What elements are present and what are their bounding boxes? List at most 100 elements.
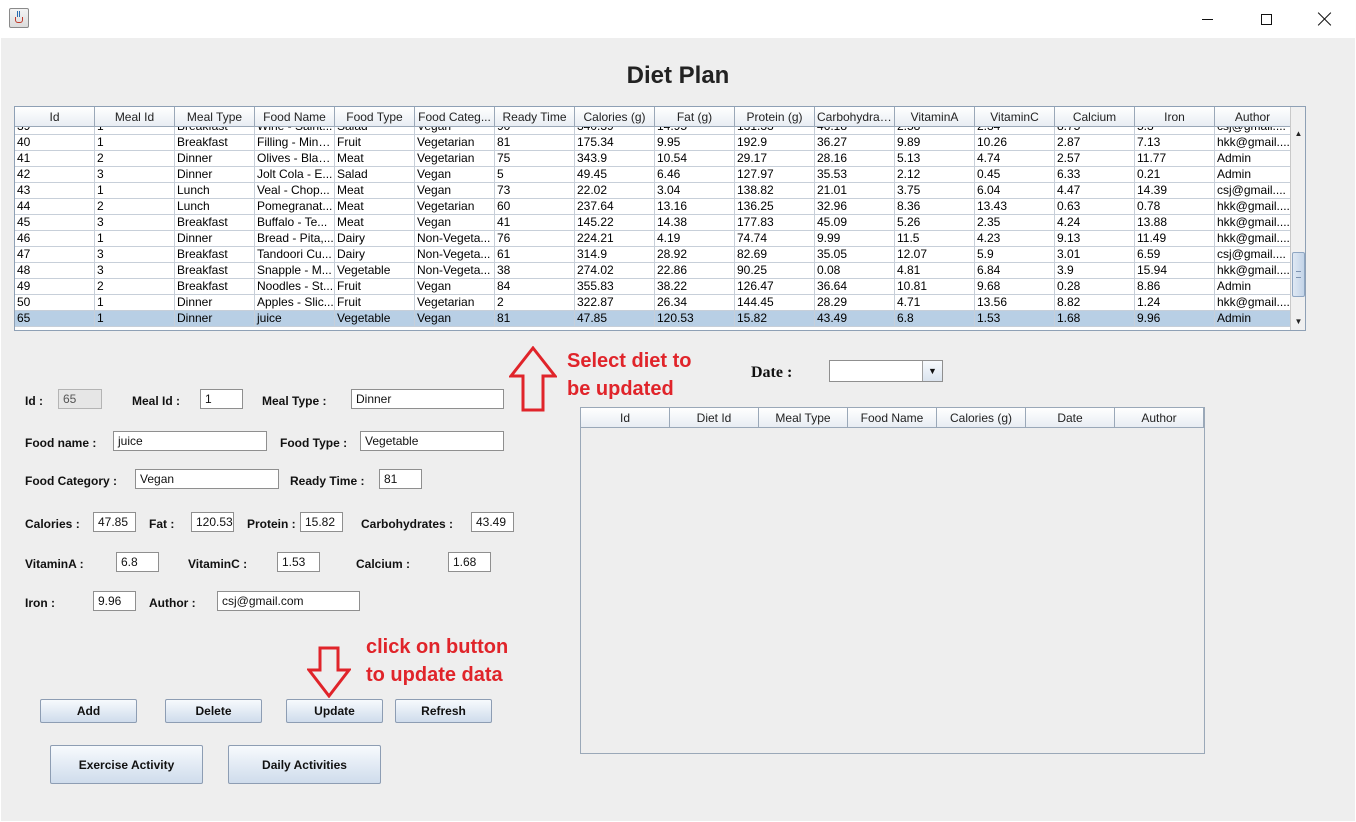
table-cell[interactable]: Salad	[335, 127, 415, 134]
table-cell[interactable]: 1	[95, 295, 175, 310]
table-cell[interactable]: 6.33	[1055, 167, 1135, 182]
table-cell[interactable]: 84	[495, 279, 575, 294]
table-cell[interactable]: Vegan	[415, 127, 495, 134]
table-cell[interactable]: Dinner	[175, 167, 255, 182]
table-cell[interactable]: 10.81	[895, 279, 975, 294]
exercise-activity-button[interactable]: Exercise Activity	[50, 745, 203, 784]
calories-field[interactable]: 47.85	[93, 512, 136, 532]
table-cell[interactable]: Fruit	[335, 279, 415, 294]
diet-table-scrollbar[interactable]: ▲ ▼	[1290, 107, 1305, 330]
table-cell[interactable]: Admin	[1215, 151, 1291, 166]
table-cell[interactable]: Filling - Minc...	[255, 135, 335, 150]
table-cell[interactable]: 2	[95, 151, 175, 166]
table-cell[interactable]: 4.23	[975, 231, 1055, 246]
table-row[interactable]: 49 2 Breakfast Noodles - St... Fruit Vegan 84 3…	[15, 279, 1291, 295]
table-cell[interactable]: 5.13	[895, 151, 975, 166]
table-cell[interactable]: 81	[495, 311, 575, 326]
table-cell[interactable]: 8.86	[1135, 279, 1215, 294]
column-header[interactable]: Calcium	[1055, 107, 1135, 127]
table-cell[interactable]: 1	[95, 127, 175, 134]
table-cell[interactable]: 47	[15, 247, 95, 262]
table-cell[interactable]: 138.82	[735, 183, 815, 198]
table-cell[interactable]: Snapple - M...	[255, 263, 335, 278]
table-cell[interactable]: 36.64	[815, 279, 895, 294]
table-cell[interactable]: Noodles - St...	[255, 279, 335, 294]
table-cell[interactable]: 1	[95, 311, 175, 326]
table-cell[interactable]: 43	[15, 183, 95, 198]
iron-field[interactable]: 9.96	[93, 591, 136, 611]
table-cell[interactable]: 45.09	[815, 215, 895, 230]
table-cell[interactable]: 28.29	[815, 295, 895, 310]
table-cell[interactable]: 10.26	[975, 135, 1055, 150]
table-cell[interactable]: 9.99	[815, 231, 895, 246]
column-header[interactable]: Fat (g)	[655, 107, 735, 127]
table-cell[interactable]: 2	[95, 279, 175, 294]
column-header[interactable]: Author	[1115, 408, 1204, 428]
table-row[interactable]: 48 3 Breakfast Snapple - M... Vegetable Non-V…	[15, 263, 1291, 279]
table-cell[interactable]: 4.47	[1055, 183, 1135, 198]
table-cell[interactable]: 9.68	[975, 279, 1055, 294]
table-cell[interactable]: 1	[95, 183, 175, 198]
table-row[interactable]: 41 2 Dinner Olives - Blac... Meat Vegetarian 7…	[15, 151, 1291, 167]
update-button[interactable]: Update	[286, 699, 383, 723]
table-cell[interactable]: Vegan	[415, 279, 495, 294]
table-cell[interactable]: 44	[15, 199, 95, 214]
table-cell[interactable]: hkk@gmail....	[1215, 135, 1291, 150]
scroll-up-arrow-icon[interactable]: ▲	[1292, 127, 1305, 140]
table-row[interactable]: 391BreakfastWine - Saint...SaladVegan903…	[15, 127, 1291, 135]
column-header[interactable]: Food Categ...	[415, 107, 495, 127]
table-cell[interactable]: 8.82	[1055, 295, 1135, 310]
table-cell[interactable]: csj@gmail....	[1215, 183, 1291, 198]
column-header[interactable]: Date	[1026, 408, 1115, 428]
column-header[interactable]: Food Name	[848, 408, 937, 428]
table-cell[interactable]: 0.08	[815, 263, 895, 278]
table-cell[interactable]: 145.22	[575, 215, 655, 230]
table-cell[interactable]: 12.07	[895, 247, 975, 262]
table-row[interactable]: 65 1 Dinner juice Vegetable Vegan 81 47.85 120.5…	[15, 311, 1291, 327]
table-cell[interactable]: 32.96	[815, 199, 895, 214]
meal-type-field[interactable]: Dinner	[351, 389, 504, 409]
table-cell[interactable]: Fruit	[335, 135, 415, 150]
table-cell[interactable]: Lunch	[175, 183, 255, 198]
table-row[interactable]: 46 1 Dinner Bread - Pita,... Dairy Non-Vegeta…	[15, 231, 1291, 247]
table-cell[interactable]: 50	[15, 295, 95, 310]
table-cell[interactable]: Breakfast	[175, 247, 255, 262]
table-cell[interactable]: hkk@gmail....	[1215, 199, 1291, 214]
table-cell[interactable]: 4.74	[975, 151, 1055, 166]
table-cell[interactable]: 41	[15, 151, 95, 166]
table-cell[interactable]: 3	[95, 247, 175, 262]
table-cell[interactable]: Admin	[1215, 279, 1291, 294]
table-cell[interactable]: Fruit	[335, 295, 415, 310]
table-cell[interactable]: 1.24	[1135, 295, 1215, 310]
delete-button[interactable]: Delete	[165, 699, 262, 723]
column-header[interactable]: Iron	[1135, 107, 1215, 127]
table-cell[interactable]: 9.13	[1055, 231, 1135, 246]
table-cell[interactable]: Pomegranat...	[255, 199, 335, 214]
table-cell[interactable]: 192.9	[735, 135, 815, 150]
table-row[interactable]: 42 3 Dinner Jolt Cola - E... Salad Vegan 5 49.4…	[15, 167, 1291, 183]
protein-field[interactable]: 15.82	[300, 512, 343, 532]
food-name-field[interactable]: juice	[113, 431, 267, 451]
table-cell[interactable]: 35.05	[815, 247, 895, 262]
table-cell[interactable]: Jolt Cola - E...	[255, 167, 335, 182]
column-header[interactable]: Id	[15, 107, 95, 127]
table-cell[interactable]: 9.96	[1135, 311, 1215, 326]
table-cell[interactable]: Breakfast	[175, 135, 255, 150]
table-cell[interactable]: 49	[15, 279, 95, 294]
table-cell[interactable]: 61	[495, 247, 575, 262]
table-cell[interactable]: 11.5	[895, 231, 975, 246]
table-cell[interactable]: hkk@gmail....	[1215, 215, 1291, 230]
table-cell[interactable]: 15.82	[735, 311, 815, 326]
table-cell[interactable]: 43.49	[815, 311, 895, 326]
table-cell[interactable]: 40	[15, 135, 95, 150]
table-cell[interactable]: 144.45	[735, 295, 815, 310]
table-cell[interactable]: Tandoori Cu...	[255, 247, 335, 262]
table-cell[interactable]: Breakfast	[175, 263, 255, 278]
table-cell[interactable]: Dairy	[335, 231, 415, 246]
table-cell[interactable]: 15.94	[1135, 263, 1215, 278]
table-cell[interactable]: Lunch	[175, 199, 255, 214]
column-header[interactable]: Meal Type	[759, 408, 848, 428]
table-cell[interactable]: hkk@gmail....	[1215, 295, 1291, 310]
table-cell[interactable]: 237.64	[575, 199, 655, 214]
table-cell[interactable]: Dinner	[175, 311, 255, 326]
